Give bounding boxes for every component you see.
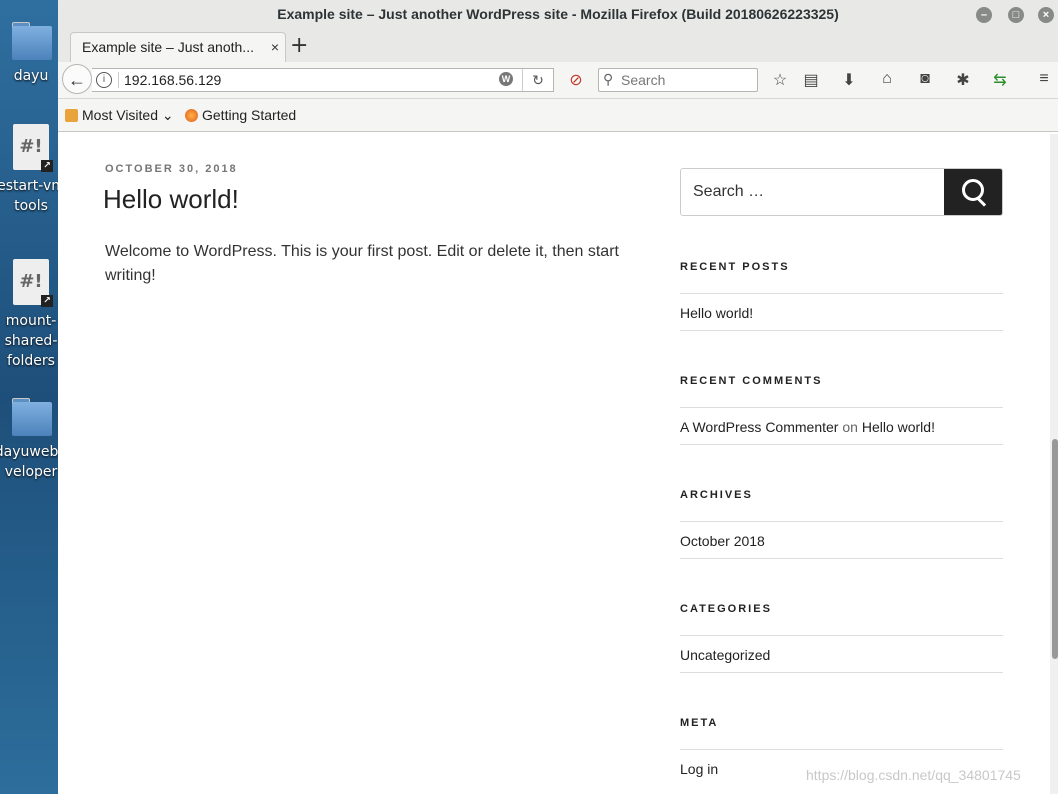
info-icon[interactable]: i	[96, 72, 112, 88]
chevron-down-icon: ⌄	[158, 107, 174, 123]
tab-close-icon[interactable]: ×	[271, 39, 279, 55]
desktop-icon-label: dayu	[13, 68, 49, 84]
desktop-icon-label: estart-vm tools	[0, 178, 58, 214]
tab-example-site[interactable]: Example site – Just anoth... ×	[70, 32, 286, 63]
tab-title: Example site – Just anoth...	[82, 39, 254, 55]
desktop-icon-label: mount- shared- folders	[4, 313, 58, 369]
search-icon: ⚲	[603, 71, 614, 87]
desktop-icon-dayuwebdeveloper[interactable]: dayuwebd veloper	[0, 398, 58, 482]
recent-comment: A WordPress Commenter on Hello world!	[680, 407, 1003, 445]
reading-list-icon[interactable]: ▤	[801, 70, 821, 90]
download-icon[interactable]: ⬇	[839, 70, 859, 90]
pocket-icon[interactable]: ◙	[915, 70, 935, 88]
maximize-button[interactable]: □	[1008, 7, 1024, 23]
close-button[interactable]: ×	[1038, 7, 1054, 23]
folder-icon	[10, 22, 52, 60]
noscript-icon[interactable]: ⊘	[566, 70, 586, 90]
widget-heading: CATEGORIES	[680, 603, 772, 615]
widget-heading: META	[680, 717, 719, 729]
sidebar-search-input[interactable]: Search …	[693, 183, 764, 201]
comment-post-link[interactable]: Hello world!	[862, 419, 935, 435]
back-icon[interactable]: ←	[62, 64, 92, 94]
widget-recent-comments: RECENT COMMENTS A WordPress Commenter on…	[680, 375, 1003, 445]
search-input[interactable]: ⚲ Search	[598, 68, 758, 92]
post-title[interactable]: Hello world!	[103, 184, 239, 215]
page-content: OCTOBER 30, 2018 Hello world! Welcome to…	[58, 134, 1058, 794]
widget-recent-posts: RECENT POSTS Hello world!	[680, 261, 1003, 331]
folder-icon	[65, 109, 78, 122]
page-scrollbar[interactable]	[1050, 134, 1058, 794]
post-body: Welcome to WordPress. This is your first…	[105, 243, 619, 284]
desktop-icon-dayu[interactable]: dayu	[0, 22, 58, 86]
sidebar: Search … RECENT POSTS Hello world! RECEN…	[680, 168, 1003, 786]
comment-author-link[interactable]: A WordPress Commenter	[680, 419, 838, 435]
widget-archives: ARCHIVES October 2018	[680, 489, 1003, 559]
extension-icon[interactable]: ✱	[953, 70, 973, 90]
archive-link[interactable]: October 2018	[680, 521, 1003, 559]
window-title: Example site – Just another WordPress si…	[277, 6, 839, 22]
desktop-icon-mount-shared-folders[interactable]: #! ↗ mount- shared- folders	[0, 259, 58, 371]
tab-bar: Example site – Just anoth... × +	[58, 30, 1058, 63]
recent-post-link[interactable]: Hello world!	[680, 293, 1003, 331]
search-placeholder: Search	[621, 72, 666, 88]
widget-heading: ARCHIVES	[680, 489, 753, 501]
script-icon: #! ↗	[13, 259, 53, 307]
minimize-button[interactable]: –	[976, 7, 992, 23]
script-icon: #! ↗	[13, 124, 53, 172]
widget-heading: RECENT POSTS	[680, 261, 790, 273]
url-text[interactable]: 192.168.56.129	[124, 72, 221, 88]
bookmark-star-icon[interactable]: ☆	[770, 70, 790, 90]
home-icon[interactable]: ⌂	[877, 70, 897, 88]
getting-started-bookmark[interactable]: Getting Started	[185, 107, 296, 123]
firefox-icon	[185, 109, 198, 122]
widget-heading: RECENT COMMENTS	[680, 375, 823, 387]
desktop-icon-label: dayuwebd veloper	[0, 444, 58, 480]
browser-window: Example site – Just another WordPress si…	[58, 0, 1058, 794]
sidebar-search-form: Search …	[680, 168, 1003, 216]
folder-icon	[10, 398, 52, 436]
watermark: https://blog.csdn.net/qq_34801745	[806, 767, 1021, 783]
scrollbar-thumb[interactable]	[1052, 439, 1058, 659]
sync-icon[interactable]: ⇆	[990, 70, 1010, 90]
bookmarks-toolbar: Most Visited ⌄ Getting Started	[58, 99, 1058, 132]
category-link[interactable]: Uncategorized	[680, 635, 1003, 673]
reload-icon[interactable]: ↻	[522, 69, 553, 91]
most-visited-bookmark[interactable]: Most Visited ⌄	[65, 107, 174, 124]
bookmark-label: Most Visited	[82, 107, 158, 123]
navigation-toolbar: ← i 192.168.56.129 W ↻ ⊘ ⚲ Search ☆ ▤ ⬇ …	[58, 62, 1058, 99]
post-date[interactable]: OCTOBER 30, 2018	[105, 163, 238, 175]
title-bar: Example site – Just another WordPress si…	[58, 0, 1058, 30]
bookmark-label: Getting Started	[202, 107, 297, 123]
search-button[interactable]	[944, 169, 1002, 215]
widget-categories: CATEGORIES Uncategorized	[680, 603, 1003, 673]
comment-on-text: on	[842, 419, 858, 435]
desktop: dayu #!↗ estart-vm tools #!↗ mount- shar…	[0, 0, 58, 794]
new-tab-button[interactable]: +	[290, 33, 308, 58]
menu-icon[interactable]: ≡	[1034, 70, 1054, 88]
search-icon	[962, 179, 984, 201]
desktop-icon-restart-vmtools[interactable]: #!↗ estart-vm tools	[0, 124, 58, 216]
wordpress-icon: W	[499, 72, 513, 86]
url-bar[interactable]: i 192.168.56.129 W ↻	[92, 68, 554, 92]
